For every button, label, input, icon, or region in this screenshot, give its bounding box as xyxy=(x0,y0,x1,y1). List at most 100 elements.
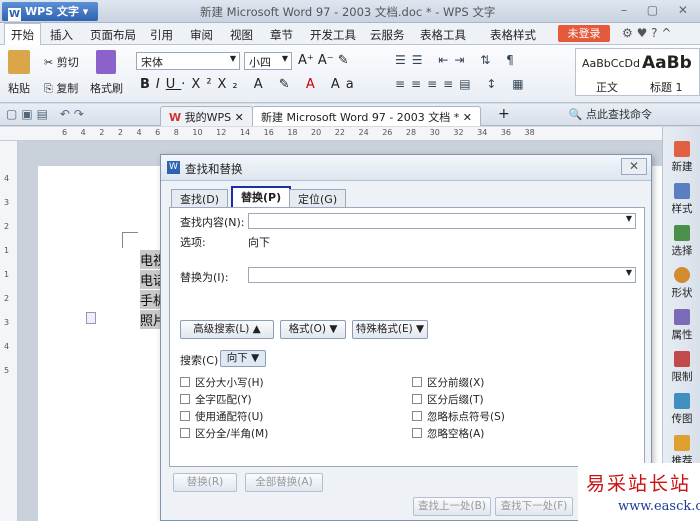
menu-table-style[interactable]: 表格样式 xyxy=(490,27,536,43)
tab-my-wps-label: 我的WPS xyxy=(184,111,232,124)
tab-replace[interactable]: 替换(P) xyxy=(231,186,292,208)
menu-home[interactable]: 开始 xyxy=(4,23,41,45)
options-label: 选项: xyxy=(180,236,206,249)
quick-access-icons[interactable]: ▢▣▤ ↶↷ xyxy=(6,107,88,121)
menu-table-tools[interactable]: 表格工具 xyxy=(420,27,466,43)
whole-word-checkbox[interactable]: 全字匹配(Y) xyxy=(180,392,252,407)
search-icon: 🔍 xyxy=(568,108,583,121)
font-size-select[interactable]: 小四 ▼ xyxy=(244,52,292,70)
replace-button[interactable]: 替换(R) xyxy=(173,473,237,492)
paragraph-list-icons[interactable]: ☰☰ ⇤⇥ ⇅ ¶ xyxy=(395,53,520,67)
match-case-label: 区分大小写(H) xyxy=(195,377,264,389)
title-bar: W WPS 文字 ▾ 新建 Microsoft Word 97 - 2003 文档… xyxy=(0,0,700,23)
whole-word-label: 全字匹配(Y) xyxy=(195,394,252,406)
recommend-icon xyxy=(674,435,690,451)
pane-upload-image[interactable]: 传图 xyxy=(663,393,700,426)
settings-icons[interactable]: ⚙ ♥ ? ^ xyxy=(622,26,671,40)
dialog-title-bar[interactable]: W 查找和替换 ✕ xyxy=(161,155,651,181)
replace-panel: 查找内容(N): ▼ 选项: 向下 替换为(I): ▼ 高级搜索(L) ▲ 格式… xyxy=(169,207,645,467)
menu-view[interactable]: 视图 xyxy=(230,27,253,43)
copy-button[interactable]: ⎘ 复制 xyxy=(44,80,78,96)
chevron-down-icon[interactable]: ▼ xyxy=(626,268,632,277)
window-controls[interactable]: – ▢ ✕ xyxy=(621,3,696,17)
login-button[interactable]: 未登录 xyxy=(558,25,610,42)
tab-document[interactable]: 新建 Microsoft Word 97 - 2003 文档 * ✕ xyxy=(252,106,481,126)
pane-select[interactable]: 选择 xyxy=(663,225,700,258)
wps-app-button[interactable]: W WPS 文字 ▾ xyxy=(2,2,98,21)
pane-new-label: 新建 xyxy=(671,161,693,173)
pane-style[interactable]: 样式 xyxy=(663,183,700,216)
menu-insert[interactable]: 插入 xyxy=(50,27,73,43)
menu-references[interactable]: 引用 xyxy=(150,27,173,43)
menu-cloud[interactable]: 云服务 xyxy=(370,27,405,43)
new-doc-icon xyxy=(674,141,690,157)
font-name-select[interactable]: 宋体 ▼ xyxy=(136,52,240,70)
search-direction-value: 向下 xyxy=(226,352,248,364)
wps-logo-icon: W xyxy=(167,161,180,174)
cut-button[interactable]: ✂ 剪切 xyxy=(44,54,79,70)
tab-goto[interactable]: 定位(G) xyxy=(289,189,347,207)
match-case-checkbox[interactable]: 区分大小写(H) xyxy=(180,375,264,390)
style-gallery[interactable]: AaBbCcDd AaBb 正文 标题 1 xyxy=(575,48,700,96)
menu-review[interactable]: 审阅 xyxy=(190,27,213,43)
tab-find[interactable]: 查找(D) xyxy=(171,189,229,207)
paragraph-align-icons[interactable]: ≡≡≡≡▤ ↕ ▦ xyxy=(395,77,530,91)
style-heading1-preview[interactable]: AaBb xyxy=(642,53,692,73)
ignore-space-checkbox[interactable]: 忽略空格(A) xyxy=(412,426,484,441)
vruler-ticks: 432112345 xyxy=(4,174,10,375)
paragraph-marker-icon[interactable] xyxy=(86,312,96,324)
format-button[interactable]: 格式(O) ▼ xyxy=(280,320,346,339)
ignore-punctuation-label: 忽略标点符号(S) xyxy=(427,411,505,423)
format-painter-icon[interactable] xyxy=(96,50,116,74)
find-input[interactable]: ▼ xyxy=(248,213,636,229)
paste-icon[interactable] xyxy=(8,50,30,74)
match-prefix-checkbox[interactable]: 区分前缀(X) xyxy=(412,375,484,390)
special-format-button[interactable]: 特殊格式(E) ▼ xyxy=(352,320,428,339)
ignore-punctuation-checkbox[interactable]: 忽略标点符号(S) xyxy=(412,409,505,424)
replace-input[interactable]: ▼ xyxy=(248,267,636,283)
pane-new[interactable]: 新建 xyxy=(663,141,700,174)
find-next-button[interactable]: 查找下一处(F) xyxy=(495,497,573,516)
pane-shape-label: 形状 xyxy=(671,287,693,299)
tab-my-wps[interactable]: W 我的WPS ✕ xyxy=(160,106,253,126)
font-name-value: 宋体 xyxy=(141,56,163,69)
new-tab-icon[interactable]: + xyxy=(498,106,510,122)
match-prefix-label: 区分前缀(X) xyxy=(427,377,485,389)
format-painter-button[interactable]: 格式刷 xyxy=(90,80,123,96)
watermark-text: 易采站长站 xyxy=(586,473,692,495)
shape-icon xyxy=(674,267,690,283)
search-direction-select[interactable]: 向下 ▼ xyxy=(220,350,266,367)
find-command[interactable]: 🔍 点此查找命令 xyxy=(569,106,652,122)
chevron-down-icon[interactable]: ▼ xyxy=(626,214,632,223)
advanced-search-button[interactable]: 高级搜索(L) ▲ xyxy=(180,320,274,339)
full-half-width-checkbox[interactable]: 区分全/半角(M) xyxy=(180,426,268,441)
style-icon xyxy=(674,183,690,199)
close-icon[interactable]: ✕ xyxy=(621,158,647,175)
menu-layout[interactable]: 页面布局 xyxy=(90,27,136,43)
ruler-ticks: 6 4 2 2 4 6 8 10 12 14 16 18 20 22 24 26… xyxy=(62,128,535,137)
menu-chapter[interactable]: 章节 xyxy=(270,27,293,43)
style-normal-name: 正文 xyxy=(596,81,618,94)
find-previous-button[interactable]: 查找上一处(B) xyxy=(413,497,491,516)
format-buttons[interactable]: BIU·X²X₂ A ✎ A Aa xyxy=(140,77,360,92)
ignore-space-label: 忽略空格(A) xyxy=(427,428,485,440)
replace-label: 替换为(I): xyxy=(180,271,229,284)
style-normal-preview[interactable]: AaBbCcDd xyxy=(582,57,640,70)
match-suffix-checkbox[interactable]: 区分后缀(T) xyxy=(412,392,484,407)
find-command-label: 点此查找命令 xyxy=(586,108,652,121)
paste-button[interactable]: 粘贴 xyxy=(8,80,30,96)
pane-properties[interactable]: 属性 xyxy=(663,309,700,342)
menu-developer[interactable]: 开发工具 xyxy=(310,27,356,43)
style-heading1-name: 标题 1 xyxy=(650,81,683,94)
pane-style-label: 样式 xyxy=(671,203,693,215)
wildcard-checkbox[interactable]: 使用通配符(U) xyxy=(180,409,263,424)
pane-restrict-label: 限制 xyxy=(671,371,693,383)
pane-shape[interactable]: 形状 xyxy=(663,267,700,300)
pane-restrict[interactable]: 限制 xyxy=(663,351,700,384)
replace-all-button[interactable]: 全部替换(A) xyxy=(245,473,323,492)
font-size-grow-shrink-icons[interactable]: A⁺ A⁻ ✎ xyxy=(298,53,349,68)
vertical-ruler: 432112345 xyxy=(0,141,18,521)
watermark-url: www.easck.com xyxy=(618,499,700,514)
cut-label: 剪切 xyxy=(56,56,79,69)
select-icon xyxy=(674,225,690,241)
